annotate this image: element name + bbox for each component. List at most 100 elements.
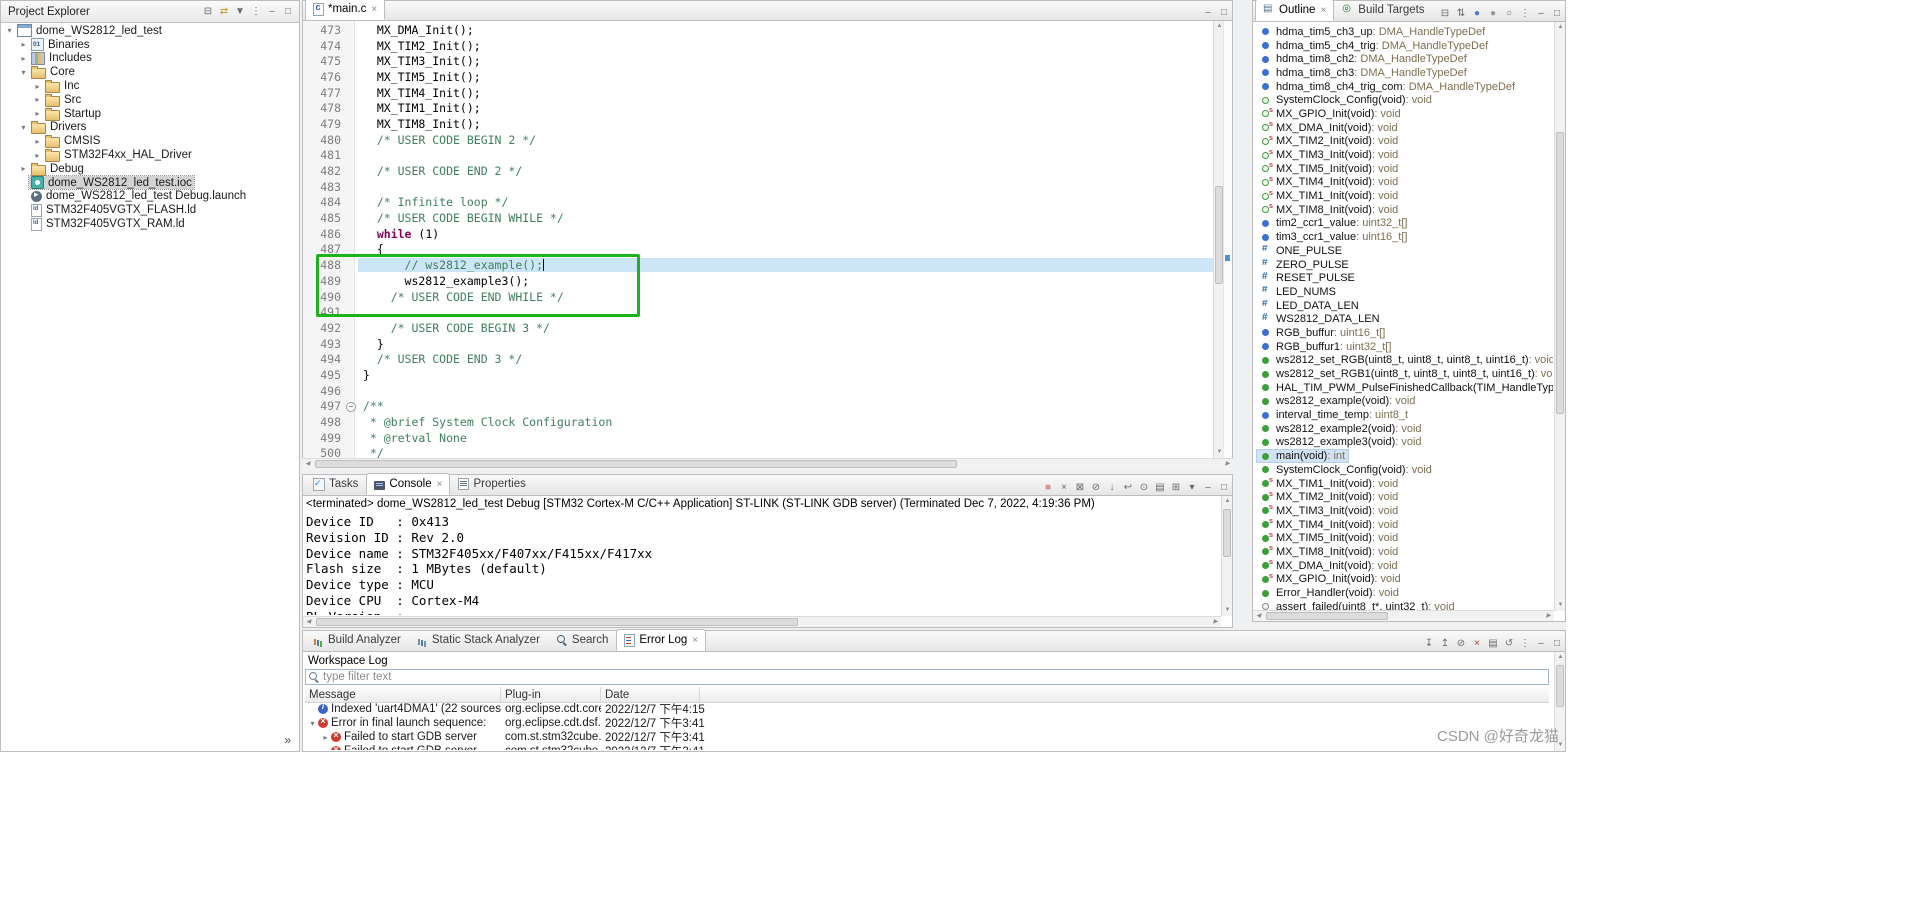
outline-item[interactable]: RESET_PULSE xyxy=(1253,271,1553,285)
outline-item[interactable]: hdma_tim8_ch3 : DMA_HandleTypeDef xyxy=(1253,66,1553,80)
scrollbar-thumb[interactable] xyxy=(1215,186,1223,284)
sort-icon[interactable]: ⇅ xyxy=(1453,6,1469,21)
outline-item[interactable]: ws2812_set_RGB1(uint8_t, uint8_t, uint8_… xyxy=(1253,367,1553,381)
outline-vertical-scrollbar[interactable]: ▲ ▼ xyxy=(1554,22,1565,611)
fold-margin[interactable] xyxy=(344,336,358,352)
scroll-up-icon[interactable]: ▲ xyxy=(1555,22,1566,33)
outline-item-body[interactable]: MX_TIM4_Init(void) : void xyxy=(1257,176,1401,188)
console-vertical-scrollbar[interactable]: ▲ ▼ xyxy=(1221,496,1232,616)
tree-item[interactable]: ▸ STM32F4xx_HAL_Driver xyxy=(1,148,299,162)
fold-margin[interactable] xyxy=(344,257,358,273)
tree-item-body[interactable]: Debug xyxy=(29,162,86,176)
outline-item-body[interactable]: hdma_tim8_ch4_trig_com : DMA_HandleTypeD… xyxy=(1257,81,1518,93)
outline-item-body[interactable]: MX_TIM2_Init(void) : void xyxy=(1257,135,1401,147)
tree-expand-arrow[interactable]: ▾ xyxy=(4,26,15,35)
fold-margin[interactable] xyxy=(344,148,358,164)
outline-item-body[interactable]: tim2_ccr1_value : uint32_t[] xyxy=(1257,217,1410,229)
tree-item-body[interactable]: Drivers xyxy=(29,120,88,134)
export-log-icon[interactable]: ↧ xyxy=(1421,636,1437,651)
scroll-left-icon[interactable]: ◀ xyxy=(1253,611,1264,622)
outline-item[interactable]: interval_time_temp : uint8_t xyxy=(1253,408,1553,422)
outline-item[interactable]: ws2812_example3(void) : void xyxy=(1253,436,1553,450)
fold-margin[interactable] xyxy=(344,132,358,148)
outline-item[interactable]: MX_TIM8_Init(void) : void xyxy=(1253,545,1553,559)
view-menu-icon[interactable]: ⋮ xyxy=(1517,6,1533,21)
maximize-icon[interactable]: □ xyxy=(1549,6,1565,21)
minimize-icon[interactable]: – xyxy=(1533,6,1549,21)
code-line[interactable]: 499 * @retval None xyxy=(303,430,1213,446)
tab-outline[interactable]: Outline× xyxy=(1255,0,1334,21)
outline-item-body[interactable]: RESET_PULSE xyxy=(1257,272,1358,284)
open-log-icon[interactable]: ▤ xyxy=(1485,636,1501,651)
filter-icon[interactable]: ▼ xyxy=(232,4,248,19)
outline-item[interactable]: ws2812_example(void) : void xyxy=(1253,395,1553,409)
tree-item-body[interactable]: dome_WS2812_led_test xyxy=(15,24,164,37)
tree-item[interactable]: STM32F405VGTX_RAM.ld xyxy=(1,217,299,231)
outline-item[interactable]: MX_TIM3_Init(void) : void xyxy=(1253,504,1553,518)
scroll-lock-icon[interactable]: ↓ xyxy=(1104,480,1120,495)
tree-item[interactable]: ▾ Drivers xyxy=(1,121,299,135)
log-expand-arrow[interactable]: ▸ xyxy=(320,733,331,742)
tree-expand-arrow[interactable]: ▸ xyxy=(32,151,43,160)
tree-item-body[interactable]: Binaries xyxy=(29,38,92,51)
tab-build-targets[interactable]: Build Targets xyxy=(1334,0,1432,21)
scrollbar-thumb[interactable] xyxy=(316,618,798,626)
tree-expand-arrow[interactable]: ▸ xyxy=(32,82,43,91)
outline-item[interactable]: SystemClock_Config(void) : void xyxy=(1253,463,1553,477)
tree-item-body[interactable]: dome_WS2812_led_test Debug.launch xyxy=(29,190,248,202)
outline-item[interactable]: MX_TIM8_Init(void) : void xyxy=(1253,203,1553,217)
tree-item-body[interactable]: STM32F405VGTX_RAM.ld xyxy=(29,218,187,231)
outline-item-body[interactable]: MX_TIM8_Init(void) : void xyxy=(1257,546,1401,558)
tree-item-body[interactable]: Startup xyxy=(43,107,103,121)
outline-item[interactable]: main(void) : int xyxy=(1253,449,1553,463)
outline-item[interactable]: Error_Handler(void) : void xyxy=(1253,586,1553,600)
tree-item-body[interactable]: Core xyxy=(29,65,77,79)
fold-margin[interactable] xyxy=(344,195,358,211)
outline-item[interactable]: MX_TIM1_Init(void) : void xyxy=(1253,189,1553,203)
outline-item-body[interactable]: MX_DMA_Init(void) : void xyxy=(1257,560,1401,572)
outline-item[interactable]: MX_TIM4_Init(void) : void xyxy=(1253,176,1553,190)
tree-expand-arrow[interactable]: ▸ xyxy=(18,40,29,49)
outline-item-body[interactable]: SystemClock_Config(void) : void xyxy=(1257,94,1435,106)
outline-item-body[interactable]: MX_TIM4_Init(void) : void xyxy=(1257,519,1401,531)
hide-fields-icon[interactable]: ● xyxy=(1469,6,1485,21)
tree-expand-arrow[interactable]: ▸ xyxy=(32,95,43,104)
code-line[interactable]: 475 MX_TIM3_Init(); xyxy=(303,53,1213,69)
tab-main-c[interactable]: *main.c× xyxy=(305,0,385,20)
minimize-icon[interactable]: – xyxy=(1200,5,1216,20)
tab-error-log[interactable]: Error Log× xyxy=(616,629,706,651)
log-row[interactable]: ▸ Failed to start GDB server com.st.stm3… xyxy=(305,744,1549,750)
display-console-icon[interactable]: ▤ xyxy=(1152,480,1168,495)
fold-margin[interactable] xyxy=(344,242,358,258)
code-line[interactable]: 495 } xyxy=(303,367,1213,383)
outline-item-body[interactable]: MX_TIM3_Init(void) : void xyxy=(1257,505,1401,517)
outline-item[interactable]: MX_GPIO_Init(void) : void xyxy=(1253,573,1553,587)
outline-item-body[interactable]: ws2812_example(void) : void xyxy=(1257,395,1418,407)
fold-margin[interactable] xyxy=(344,430,358,446)
outline-item-body[interactable]: ZERO_PULSE xyxy=(1257,259,1352,271)
column-header-plug-in[interactable]: Plug-in xyxy=(501,687,601,702)
tab-properties[interactable]: Properties xyxy=(450,473,533,495)
fold-margin[interactable] xyxy=(344,179,358,195)
fold-margin[interactable] xyxy=(344,351,358,367)
code-line[interactable]: 476 MX_TIM5_Init(); xyxy=(303,69,1213,85)
tree-item[interactable]: STM32F405VGTX_FLASH.ld xyxy=(1,203,299,217)
fold-margin[interactable] xyxy=(344,383,358,399)
scroll-down-icon[interactable]: ▼ xyxy=(1222,605,1233,616)
outline-item[interactable]: HAL_TIM_PWM_PulseFinishedCallback(TIM_Ha… xyxy=(1253,381,1553,395)
fold-margin[interactable] xyxy=(344,367,358,383)
outline-item[interactable]: SystemClock_Config(void) : void xyxy=(1253,93,1553,107)
outline-item-body[interactable]: MX_TIM5_Init(void) : void xyxy=(1257,532,1401,544)
outline-item[interactable]: MX_TIM2_Init(void) : void xyxy=(1253,135,1553,149)
tab-build-analyzer[interactable]: Build Analyzer xyxy=(305,629,409,651)
fold-margin[interactable] xyxy=(344,226,358,242)
view-menu-icon[interactable]: ⋮ xyxy=(1517,636,1533,651)
console-horizontal-scrollbar[interactable]: ◀ ▶ xyxy=(303,616,1221,627)
column-header-date[interactable]: Date xyxy=(601,687,700,702)
column-header-message[interactable]: Message xyxy=(305,687,501,702)
pin-console-icon[interactable]: ⊙ xyxy=(1136,480,1152,495)
scrollbar-thumb[interactable] xyxy=(1223,509,1231,557)
outline-item[interactable]: ZERO_PULSE xyxy=(1253,258,1553,272)
fold-margin[interactable] xyxy=(344,53,358,69)
close-tab-icon[interactable]: × xyxy=(692,635,698,646)
